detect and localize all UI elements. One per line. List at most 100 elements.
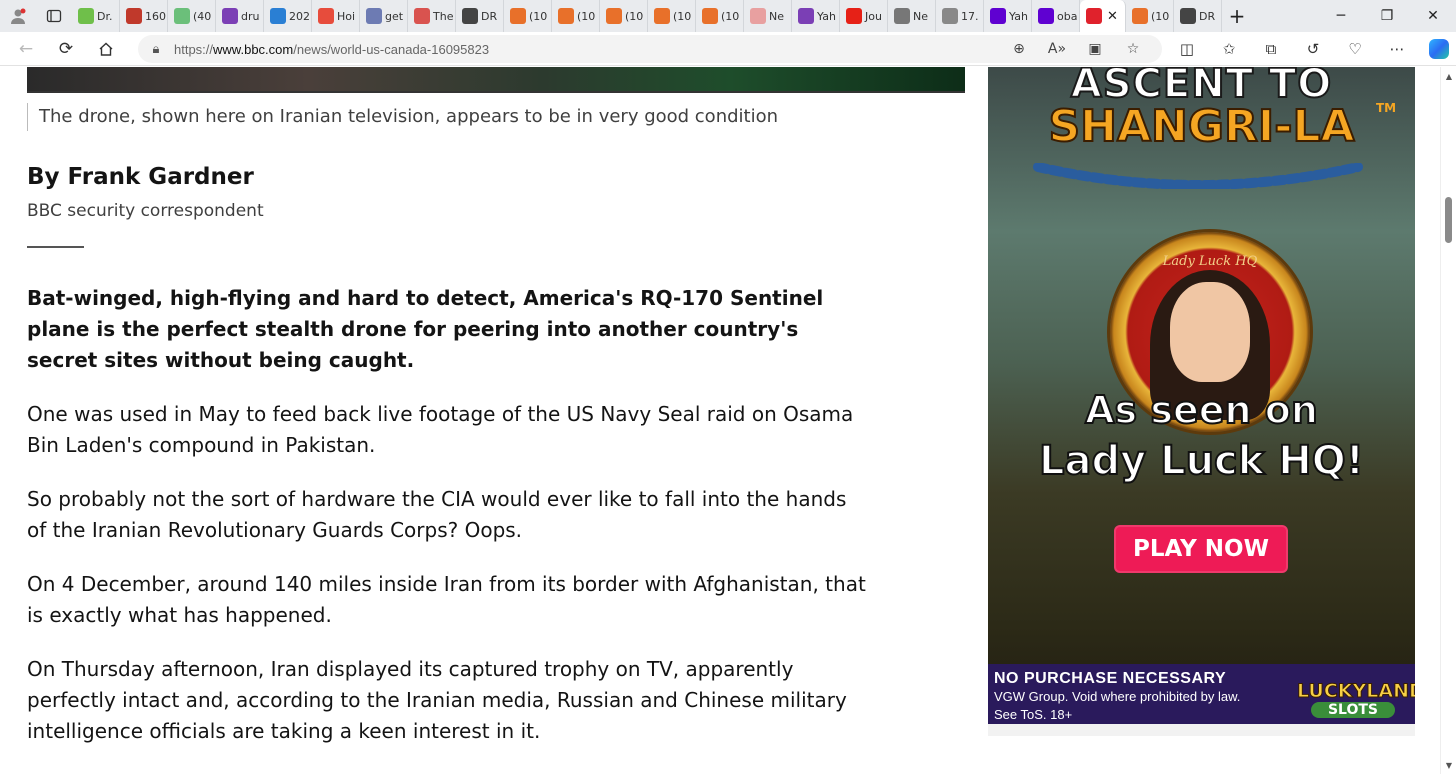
new-tab-button[interactable]: + bbox=[1222, 0, 1252, 32]
tab-label: DR bbox=[481, 9, 498, 23]
yahoo-icon bbox=[798, 8, 814, 24]
ad-beads-decoration bbox=[1033, 163, 1363, 189]
tab[interactable]: 160 bbox=[120, 0, 168, 32]
tab[interactable]: DR bbox=[1174, 0, 1222, 32]
ad-trademark: TM bbox=[1376, 101, 1397, 115]
minimize-button[interactable]: ─ bbox=[1318, 0, 1364, 32]
youtube-icon bbox=[846, 8, 862, 24]
tab[interactable]: Yah bbox=[984, 0, 1032, 32]
dm-icon bbox=[414, 8, 430, 24]
bookmark-icon bbox=[558, 8, 574, 24]
yahoo-icon bbox=[222, 8, 238, 24]
history-icon[interactable]: ↺ bbox=[1292, 32, 1334, 66]
tab[interactable]: dru bbox=[216, 0, 264, 32]
tab[interactable]: 17. bbox=[936, 0, 984, 32]
tab[interactable]: The bbox=[408, 0, 456, 32]
lock-icon[interactable]: 🔒︎ bbox=[138, 42, 174, 57]
tab[interactable]: (10 bbox=[552, 0, 600, 32]
red-square-icon bbox=[318, 8, 334, 24]
r-icon bbox=[750, 8, 766, 24]
article-lead: Bat-winged, high-flying and hard to dete… bbox=[27, 286, 824, 372]
bookmark-icon bbox=[654, 8, 670, 24]
p-icon bbox=[270, 8, 286, 24]
tab[interactable]: (10 bbox=[504, 0, 552, 32]
copilot-icon[interactable] bbox=[1418, 32, 1456, 66]
address-bar[interactable]: 🔒︎ https://www.bbc.com/news/world-us-can… bbox=[138, 35, 1162, 63]
browser-essentials-icon[interactable]: ♡ bbox=[1334, 32, 1376, 66]
ad-tagline-line1: As seen on bbox=[1084, 387, 1319, 433]
home-button[interactable] bbox=[86, 32, 126, 66]
tab-label: Yah bbox=[817, 9, 836, 23]
refresh-button[interactable]: ⟳ bbox=[46, 32, 86, 66]
image-caption: The drone, shown here on Iranian televis… bbox=[27, 103, 778, 131]
bookmark-icon bbox=[702, 8, 718, 24]
tab-label: (10 bbox=[577, 9, 596, 23]
ad-title-line1: ASCENT TO bbox=[1070, 67, 1333, 107]
scroll-up-arrow-icon[interactable]: ▲ bbox=[1441, 69, 1456, 83]
search-icon bbox=[366, 8, 382, 24]
tab[interactable]: Ne bbox=[888, 0, 936, 32]
favorites-icon[interactable]: ✩ bbox=[1208, 32, 1250, 66]
back-button[interactable]: ← bbox=[6, 32, 46, 66]
bookmark-icon bbox=[1132, 8, 1148, 24]
scroll-thumb[interactable] bbox=[1445, 197, 1452, 243]
ad-title: ASCENT TO SHANGRI-LA bbox=[988, 67, 1415, 153]
tab[interactable]: Jou bbox=[840, 0, 888, 32]
tab-label: Hoi bbox=[337, 9, 356, 23]
byline-divider bbox=[27, 246, 84, 248]
article-paragraph: On Thursday afternoon, Iran displayed it… bbox=[27, 657, 847, 743]
tab[interactable]: Dr. bbox=[72, 0, 120, 32]
close-window-button[interactable]: ✕ bbox=[1410, 0, 1456, 32]
close-tab-icon[interactable]: ✕ bbox=[1107, 9, 1118, 24]
settings-more-icon[interactable]: ⋯ bbox=[1376, 32, 1418, 66]
restore-button[interactable]: ❐ bbox=[1364, 0, 1410, 32]
page-scrollbar[interactable]: ▲ ▼ bbox=[1440, 67, 1456, 774]
tab-label: Ne bbox=[913, 9, 928, 23]
tab-label: (10 bbox=[673, 9, 692, 23]
tab[interactable]: Yah bbox=[792, 0, 840, 32]
profile-avatar-icon[interactable] bbox=[0, 0, 36, 32]
article-body: Bat-winged, high-flying and hard to dete… bbox=[27, 283, 867, 770]
url-text[interactable]: https://www.bbc.com/news/world-us-canada… bbox=[174, 42, 489, 57]
drudge-icon bbox=[1180, 8, 1196, 24]
active-tab[interactable]: ✕ bbox=[1080, 0, 1126, 32]
red-cross-icon bbox=[1086, 8, 1102, 24]
tab[interactable]: 202 bbox=[264, 0, 312, 32]
tab-actions-icon[interactable] bbox=[36, 0, 72, 32]
drone-image bbox=[27, 67, 965, 93]
tab-label: get bbox=[385, 9, 404, 23]
read-aloud-icon[interactable]: A» bbox=[1038, 35, 1076, 63]
drudge-icon bbox=[462, 8, 478, 24]
tab[interactable]: oba bbox=[1032, 0, 1080, 32]
tab[interactable]: (10 bbox=[600, 0, 648, 32]
play-icon bbox=[78, 8, 94, 24]
scroll-down-arrow-icon[interactable]: ▼ bbox=[1441, 758, 1456, 772]
article-paragraph: So probably not the sort of hardware the… bbox=[27, 487, 847, 542]
tab[interactable]: Hoi bbox=[312, 0, 360, 32]
immersive-reader-icon[interactable]: ▣ bbox=[1076, 35, 1114, 63]
ad-tagline: As seen on Lady Luck HQ! bbox=[988, 385, 1415, 487]
tab[interactable]: Ne bbox=[744, 0, 792, 32]
news-icon bbox=[894, 8, 910, 24]
tab[interactable]: DR bbox=[456, 0, 504, 32]
tab[interactable]: get bbox=[360, 0, 408, 32]
zoom-icon[interactable]: ⊕ bbox=[1000, 35, 1038, 63]
bookmark-icon bbox=[510, 8, 526, 24]
collections-icon[interactable]: ⧉ bbox=[1250, 32, 1292, 66]
tab[interactable]: (40 bbox=[168, 0, 216, 32]
bookmark-icon bbox=[606, 8, 622, 24]
page-content: The drone, shown here on Iranian televis… bbox=[0, 67, 1440, 774]
advertisement[interactable]: ASCENT TO SHANGRI-LA TM Lady Luck HQ As … bbox=[988, 67, 1415, 724]
ad-play-now-button[interactable]: PLAY NOW bbox=[1114, 525, 1288, 573]
tab[interactable]: (10 bbox=[696, 0, 744, 32]
tab-label: dru bbox=[241, 9, 260, 23]
doc-icon bbox=[942, 8, 958, 24]
favorite-star-icon[interactable]: ☆ bbox=[1114, 35, 1152, 63]
browser-toolbar: ← ⟳ 🔒︎ https://www.bbc.com/news/world-us… bbox=[0, 32, 1456, 66]
tab-strip: Dr. 160 (40 dru 202 Hoi get The DR (10 (10 (10 (10 (1… bbox=[0, 0, 1456, 32]
split-screen-icon[interactable]: ◫ bbox=[1166, 32, 1208, 66]
tab[interactable]: (10 bbox=[1126, 0, 1174, 32]
byline-role: BBC security correspondent bbox=[27, 201, 264, 221]
ad-footer: NO PURCHASE NECESSARY VGW Group. Void wh… bbox=[988, 664, 1415, 724]
tab[interactable]: (10 bbox=[648, 0, 696, 32]
